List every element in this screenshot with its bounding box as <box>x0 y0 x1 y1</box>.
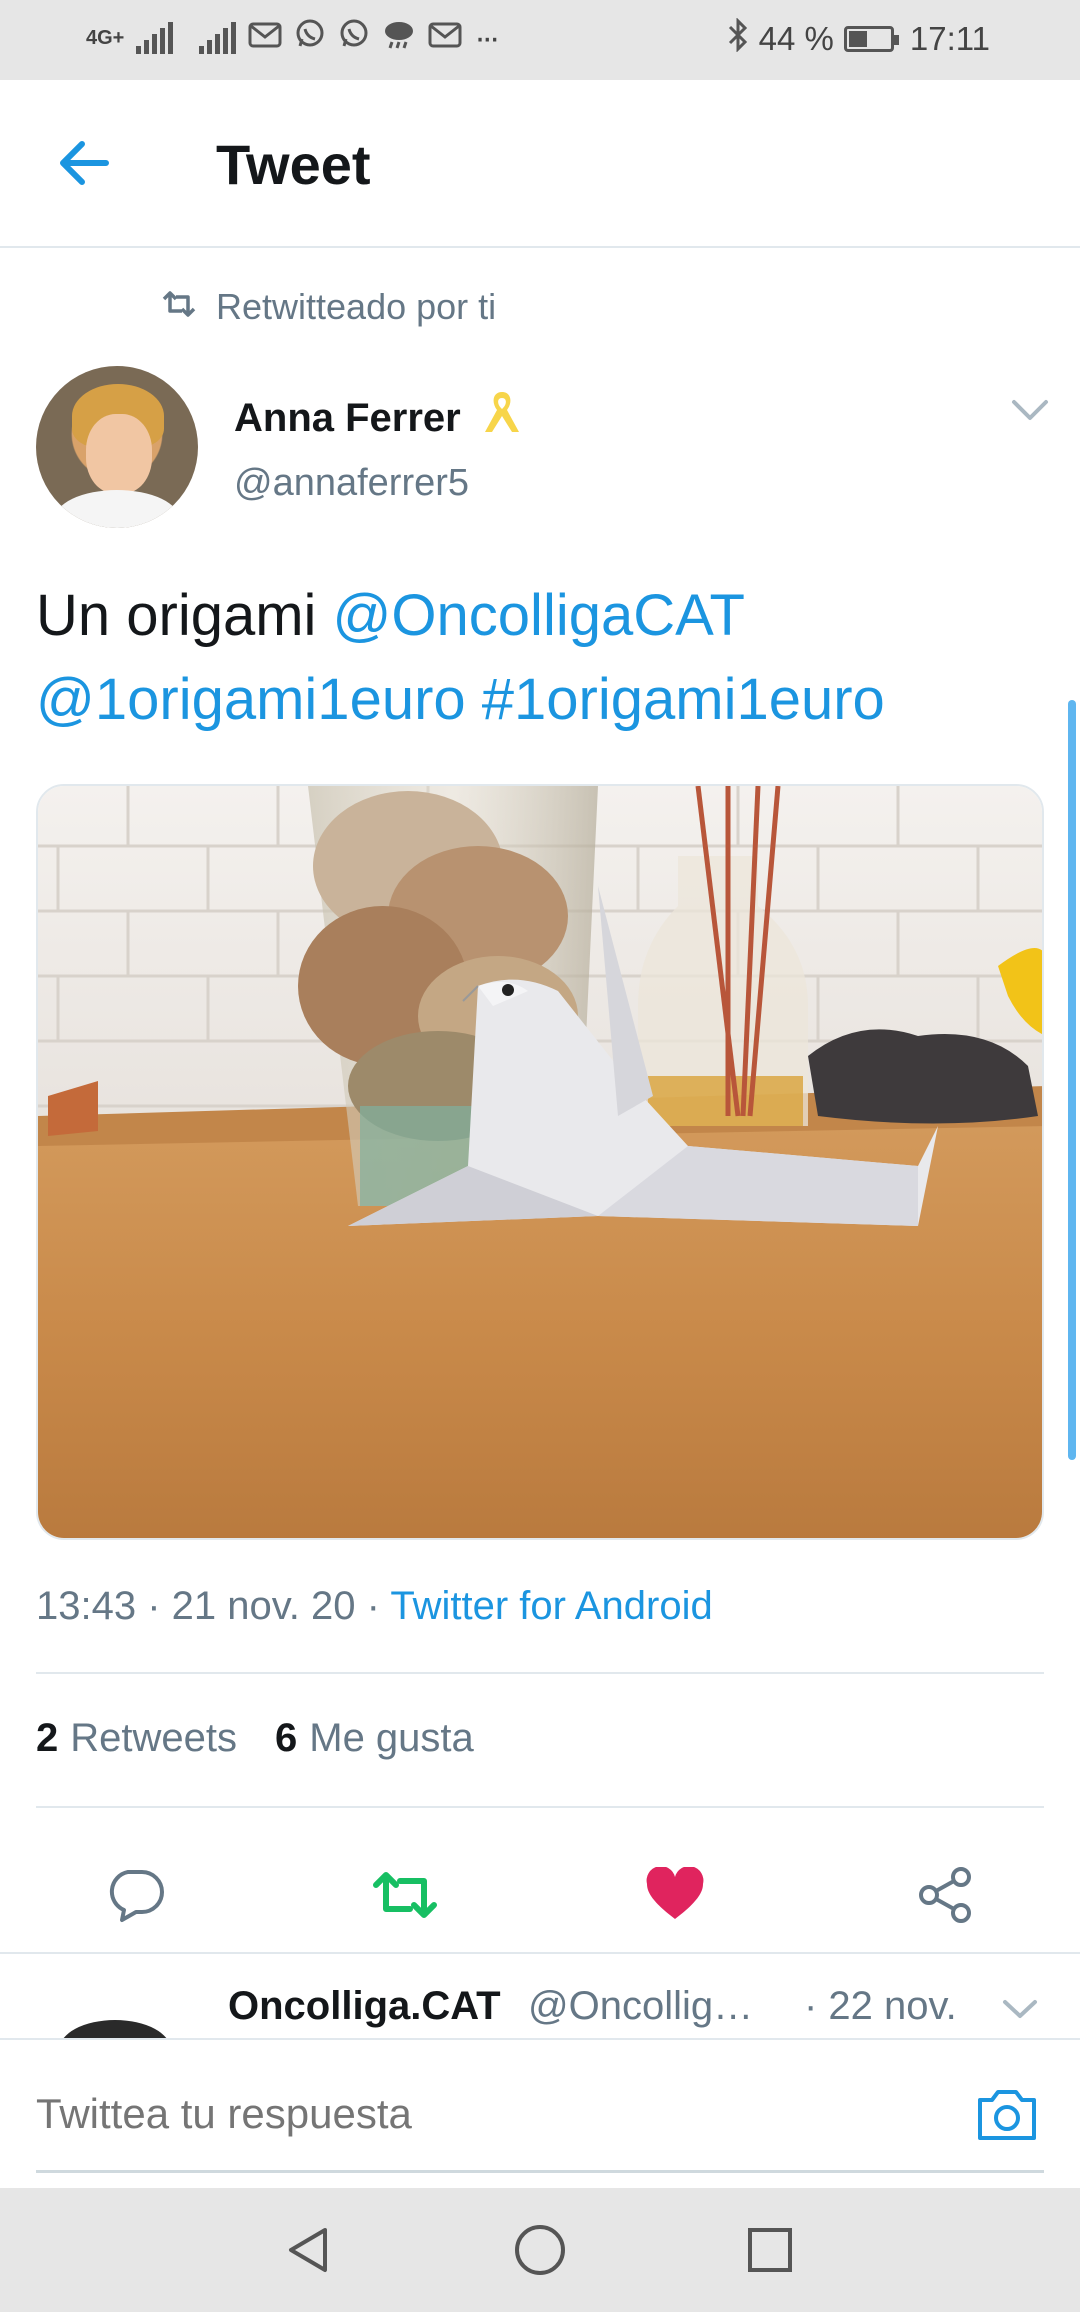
tweet-text-plain: Un origami <box>36 583 333 648</box>
origami-photo-image <box>38 786 1042 1538</box>
more-icon: ··· <box>474 18 500 57</box>
likes-stat[interactable]: 6 Me gusta <box>275 1716 474 1761</box>
page-title: Tweet <box>216 133 371 196</box>
gmail-icon <box>428 19 462 57</box>
share-button[interactable] <box>900 1852 990 1942</box>
reply-button[interactable] <box>90 1852 180 1942</box>
author-name-row[interactable]: Anna Ferrer <box>234 386 529 450</box>
camera-icon[interactable] <box>974 2084 1040 2144</box>
home-nav-icon[interactable] <box>508 2218 572 2282</box>
divider <box>36 1672 1044 1674</box>
retweeted-by-line: Retwitteado por ti <box>160 286 496 328</box>
divider <box>36 1806 1044 1808</box>
retweets-label: Retweets <box>70 1716 237 1760</box>
recents-nav-icon[interactable] <box>738 2218 802 2282</box>
retweets-stat[interactable]: 2 Retweets <box>36 1716 237 1761</box>
status-right: 44 % 17:11 <box>727 17 990 60</box>
reply-author-name[interactable]: Oncolliga.CAT <box>228 1984 501 2029</box>
app-header: Tweet <box>0 80 1080 248</box>
chevron-down-icon[interactable] <box>1000 1994 1040 2024</box>
back-nav-icon[interactable] <box>276 2218 340 2282</box>
tweet-meta: 13:43 · 21 nov. 20 · Twitter for Android <box>36 1584 713 1629</box>
whatsapp-icon <box>338 18 370 58</box>
arrow-left-icon[interactable] <box>52 130 118 196</box>
bluetooth-icon <box>727 17 749 60</box>
likes-count: 6 <box>275 1716 298 1760</box>
retweet-icon <box>370 1867 440 1928</box>
yellow-ribbon-icon <box>475 386 529 450</box>
meta-separator: · <box>136 1584 172 1628</box>
tweet-actions <box>0 1842 1080 1952</box>
network-type: 4G+ <box>86 26 125 49</box>
system-nav-bar <box>0 2188 1080 2312</box>
author-name[interactable]: Anna Ferrer <box>234 396 461 441</box>
signal-icon <box>199 22 237 54</box>
input-underline <box>36 2170 1044 2173</box>
clock: 17:11 <box>909 20 990 57</box>
chevron-down-icon[interactable] <box>1008 394 1052 426</box>
retweet-button[interactable] <box>360 1852 450 1942</box>
author-handle[interactable]: @annaferrer5 <box>234 462 469 505</box>
tweet-source-link[interactable]: Twitter for Android <box>390 1584 712 1628</box>
retweets-count: 2 <box>36 1716 59 1760</box>
hashtag-link[interactable]: #1origami1euro <box>482 667 885 732</box>
reply-compose-bar <box>0 2038 1080 2188</box>
mention-link[interactable]: @OncolligaCAT <box>333 583 745 648</box>
mention-link[interactable]: @1origami1euro <box>36 667 466 732</box>
signal-icon <box>136 22 174 54</box>
share-icon <box>915 1865 975 1930</box>
reply-icon <box>104 1866 166 1929</box>
likes-label: Me gusta <box>309 1716 474 1760</box>
retweeted-by-label: Retwitteado por ti <box>216 286 497 327</box>
battery-icon <box>843 26 899 52</box>
status-left: 4G+ ··· <box>86 18 500 58</box>
whatsapp-icon <box>294 18 326 58</box>
status-bar: 4G+ ··· 44 % 17:11 <box>0 0 1080 80</box>
scrollbar[interactable] <box>1068 700 1076 1460</box>
reply-author-handle[interactable]: @Oncollig… <box>528 1984 753 2029</box>
gmail-icon <box>248 19 282 57</box>
retweet-icon <box>160 286 198 328</box>
tweet-text: Un origami @OncolligaCAT @1origami1euro … <box>36 574 1046 742</box>
heart-icon <box>644 1865 706 1928</box>
tweet-date: 21 nov. 20 <box>171 1584 356 1628</box>
reply-date: · 22 nov. <box>804 1984 957 2028</box>
weather-icon <box>382 18 416 58</box>
reply-preview[interactable]: Oncolliga.CAT @Oncollig… · 22 nov. <box>0 1954 1080 2038</box>
meta-separator: · <box>355 1584 391 1628</box>
tweet-time: 13:43 <box>36 1584 137 1628</box>
like-button[interactable] <box>630 1852 720 1942</box>
tweet-photo[interactable] <box>36 784 1044 1540</box>
reply-avatar[interactable] <box>48 1990 182 2038</box>
battery-percent: 44 % <box>758 20 834 57</box>
tweet-stats: 2 Retweets 6 Me gusta <box>36 1716 474 1761</box>
reply-input[interactable] <box>36 2090 936 2138</box>
avatar[interactable] <box>36 366 198 528</box>
